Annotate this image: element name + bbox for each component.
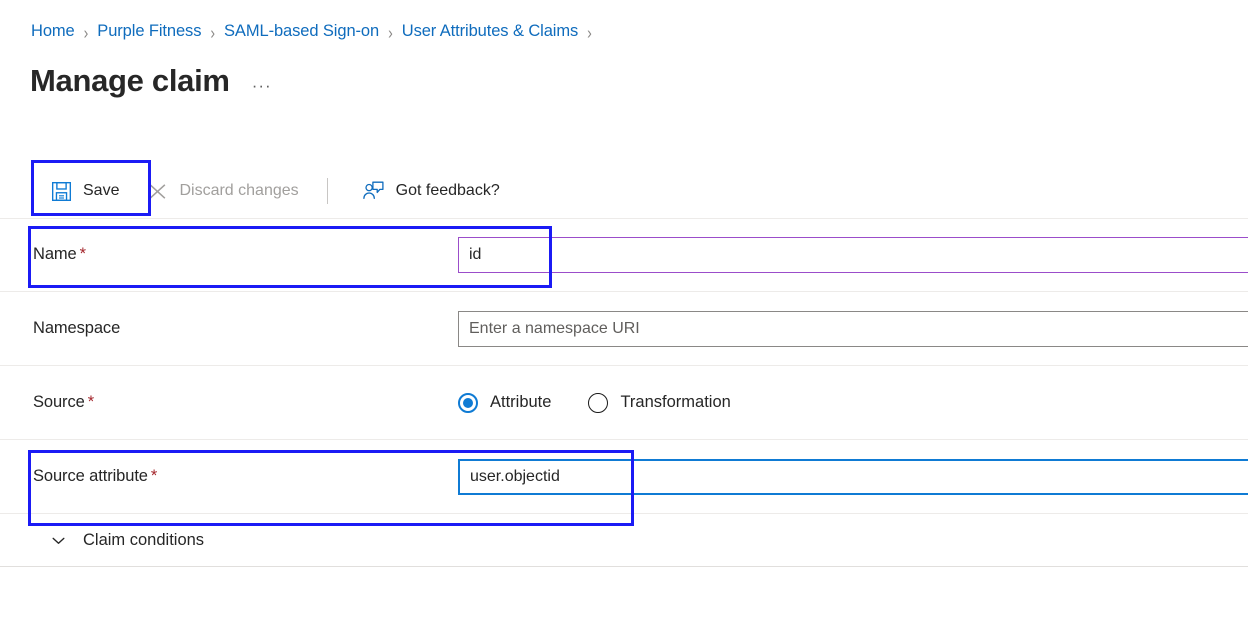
got-feedback-button[interactable]: Got feedback?	[352, 173, 510, 209]
breadcrumb-separator-icon: ›	[388, 21, 393, 42]
save-floppy-icon	[51, 181, 72, 202]
chevron-down-icon	[50, 532, 67, 549]
claim-conditions-accordion[interactable]: Claim conditions	[0, 514, 1248, 567]
source-attribute-label: Source attribute *	[33, 467, 458, 486]
close-x-icon	[147, 181, 168, 202]
toolbar-divider	[326, 178, 328, 204]
name-input[interactable]: id	[458, 236, 1248, 273]
namespace-label-text: Namespace	[33, 319, 121, 337]
name-row: Name * id	[0, 218, 1248, 292]
source-radio-group: Attribute Transformation	[458, 392, 768, 413]
got-feedback-label: Got feedback?	[395, 182, 500, 199]
breadcrumb-separator-icon: ›	[83, 21, 89, 42]
command-bar: Save Discard changes Got feedback?	[0, 164, 1248, 219]
radio-unselected-icon	[588, 392, 609, 413]
breadcrumb-item-user-attributes-claims[interactable]: User Attributes & Claims	[402, 22, 579, 41]
save-button-label: Save	[83, 182, 120, 199]
source-attribute-required-marker: *	[150, 467, 158, 485]
page-title: Manage claim	[30, 63, 230, 98]
source-attribute-input[interactable]: user.objectid	[458, 458, 1248, 495]
source-label-text: Source	[33, 393, 85, 411]
breadcrumb-item-saml-based-sign-on[interactable]: SAML-based Sign-on	[224, 22, 379, 41]
name-required-marker: *	[79, 245, 86, 263]
name-label: Name *	[33, 245, 458, 264]
name-input-value: id	[469, 245, 482, 263]
source-attribute-row: Source attribute * user.objectid	[0, 440, 1248, 514]
breadcrumb-separator-icon: ›	[210, 21, 216, 42]
source-required-marker: *	[87, 393, 95, 411]
source-radio-attribute-label: Attribute	[490, 393, 552, 411]
source-radio-attribute[interactable]: Attribute	[458, 392, 552, 413]
source-attribute-input-value: user.objectid	[470, 467, 560, 485]
radio-selected-icon	[458, 392, 478, 413]
discard-changes-button[interactable]: Discard changes	[137, 173, 308, 209]
person-feedback-icon	[362, 180, 385, 202]
manage-claim-page: Home › Purple Fitness › SAML-based Sign-…	[0, 0, 1248, 619]
breadcrumb: Home › Purple Fitness › SAML-based Sign-…	[31, 21, 601, 42]
namespace-input-placeholder: Enter a namespace URI	[469, 319, 640, 337]
claim-form: Name * id Namespace Enter a namespace URI…	[0, 218, 1248, 567]
discard-changes-label: Discard changes	[179, 182, 299, 199]
source-attribute-label-text: Source attribute	[33, 467, 148, 485]
source-row: Source * Attribute Transformation	[0, 366, 1248, 440]
breadcrumb-item-home[interactable]: Home	[31, 22, 75, 41]
claim-conditions-label: Claim conditions	[83, 530, 205, 549]
source-label: Source *	[33, 393, 458, 412]
source-radio-transformation[interactable]: Transformation	[588, 392, 731, 413]
breadcrumb-item-purple-fitness[interactable]: Purple Fitness	[97, 22, 201, 41]
more-menu-icon[interactable]: ···	[252, 66, 272, 96]
namespace-row: Namespace Enter a namespace URI	[0, 292, 1248, 366]
page-header: Manage claim ···	[30, 62, 272, 100]
save-button[interactable]: Save	[41, 173, 129, 209]
namespace-label: Namespace	[33, 319, 458, 338]
name-label-text: Name	[33, 245, 77, 263]
namespace-input[interactable]: Enter a namespace URI	[458, 310, 1248, 347]
source-radio-transformation-label: Transformation	[620, 393, 731, 411]
breadcrumb-separator-icon: ›	[587, 21, 592, 42]
